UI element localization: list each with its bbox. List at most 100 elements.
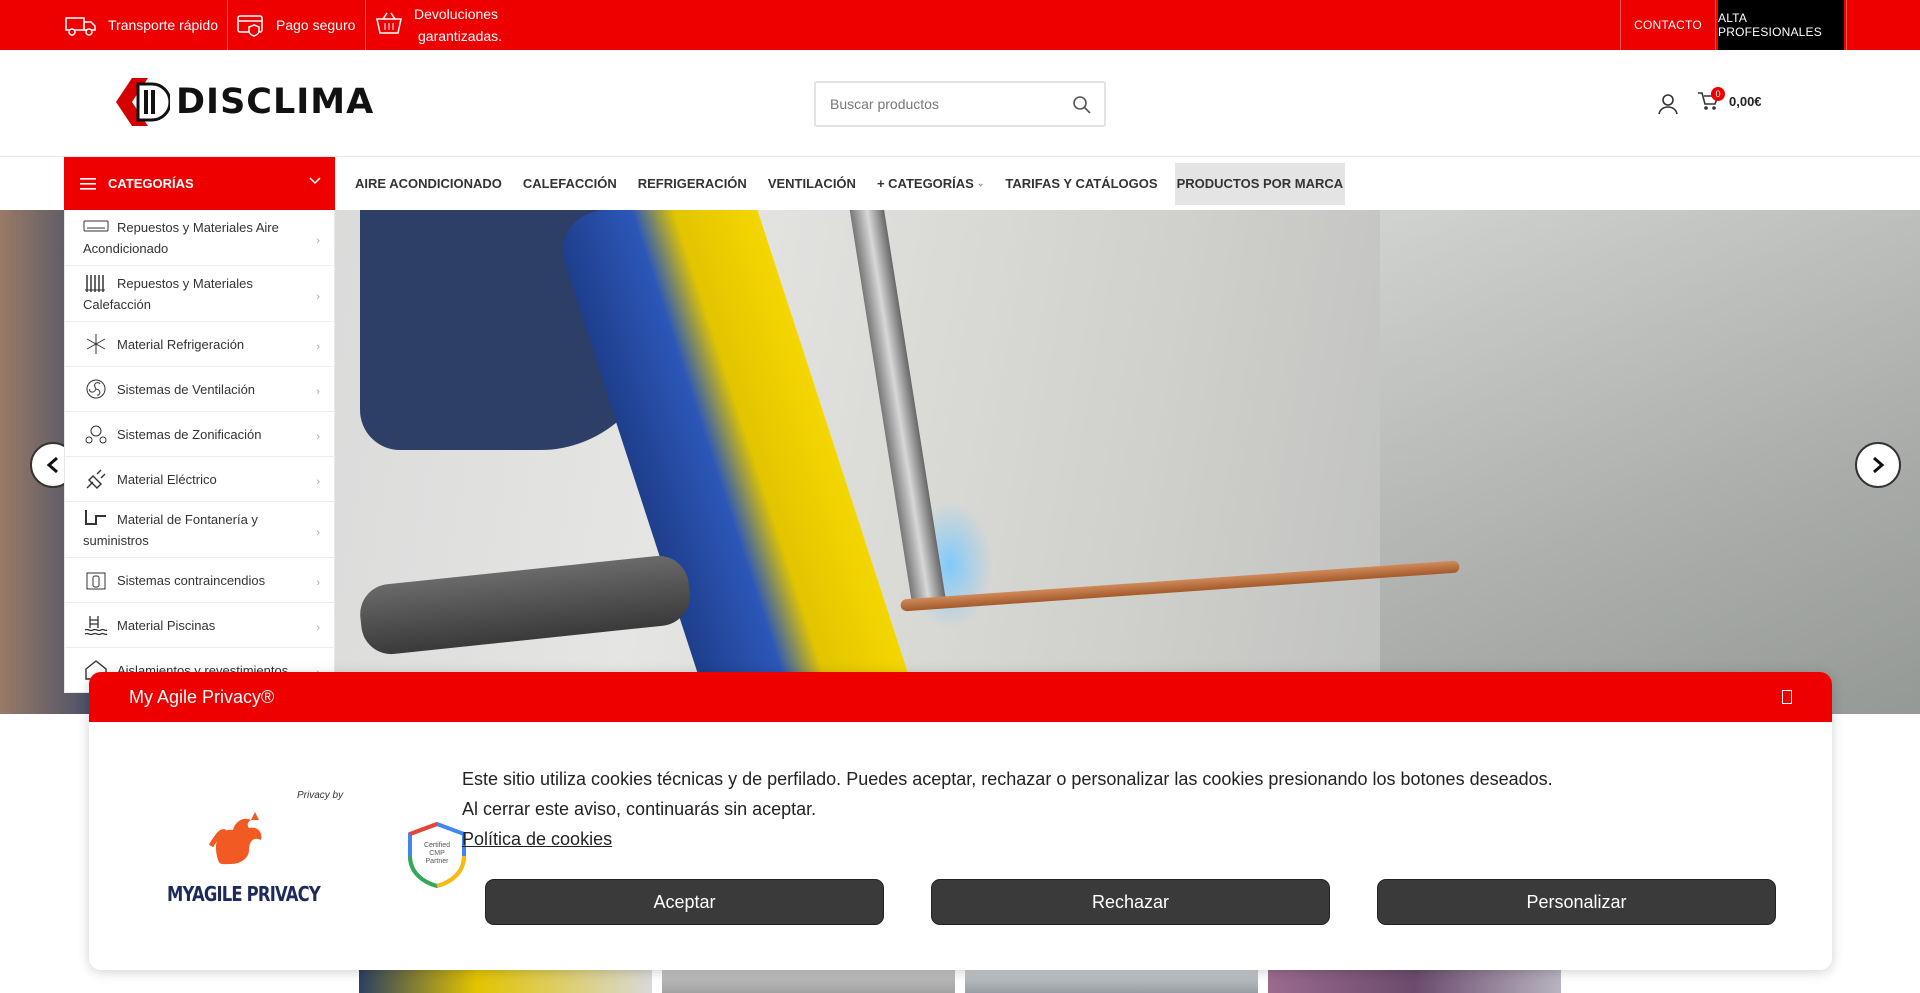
site-logo[interactable]: DISCLIMA xyxy=(114,76,374,128)
slider-next-button[interactable] xyxy=(1855,442,1901,488)
nav-item-aire-acondicionado[interactable]: AIRE ACONDICIONADO xyxy=(355,163,502,205)
category-label: Material Piscinas xyxy=(117,617,216,633)
nav-item-calefaccion[interactable]: CALEFACCIÓN xyxy=(523,163,617,205)
radiator-icon xyxy=(85,275,105,292)
chevron-right-icon: › xyxy=(316,526,320,539)
product-thumbnail[interactable] xyxy=(1268,968,1561,993)
cookie-message: Este sitio utiliza cookies técnicas y de… xyxy=(462,764,1553,824)
contact-link[interactable]: CONTACTO xyxy=(1620,0,1716,50)
category-item[interactable]: Repuestos y Materiales Calefacción › xyxy=(65,266,334,322)
fire-extinguisher-icon xyxy=(86,572,106,590)
cart-total: 0,00€ xyxy=(1729,93,1762,109)
cookie-message-line: Este sitio utiliza cookies técnicas y de… xyxy=(462,769,1553,789)
perk-secure-payment: Pago seguro xyxy=(236,0,366,50)
chevron-down-icon: ⌄ xyxy=(976,178,985,188)
air-conditioner-icon xyxy=(83,220,109,232)
nav-item-label: + CATEGORÍAS xyxy=(876,176,974,191)
chevron-right-icon: › xyxy=(316,622,320,634)
reject-button[interactable]: Rechazar xyxy=(931,879,1330,925)
nav-item-productos-marca[interactable]: PRODUCTOS POR MARCA xyxy=(1174,162,1346,205)
pipe-icon xyxy=(85,510,106,525)
product-thumbnail[interactable] xyxy=(359,968,652,993)
category-label: Repuestos y Materiales Aire Acondicionad… xyxy=(83,220,279,256)
rooster-icon xyxy=(208,812,262,865)
perk-label: Devoluciones xyxy=(414,6,499,22)
cookie-message-line: Al cerrar este aviso, continuarás sin ac… xyxy=(462,799,817,819)
certified-badge-text: Certified CMP Partner xyxy=(418,842,456,866)
perk-label: Pago seguro xyxy=(276,17,356,33)
categories-toggle[interactable]: CATEGORÍAS xyxy=(64,157,335,210)
hero-image-part xyxy=(1380,210,1920,714)
chevron-right-icon: › xyxy=(316,577,320,589)
accept-button[interactable]: Aceptar xyxy=(485,879,884,925)
privacy-by-label: Privacy by xyxy=(297,790,344,801)
search-input[interactable] xyxy=(830,96,1060,112)
badge-line: CMP xyxy=(429,850,445,857)
product-thumbnail[interactable] xyxy=(662,968,955,993)
chevron-right-icon: › xyxy=(316,476,320,488)
user-account-icon[interactable] xyxy=(1657,93,1679,115)
fan-icon xyxy=(86,379,106,399)
pro-signup-link[interactable]: ALTA PROFESIONALES xyxy=(1718,0,1844,50)
cookie-policy-link[interactable]: Política de cookies xyxy=(462,824,612,854)
perk-returns-text: Devoluciones garantizadas. xyxy=(414,3,502,47)
chevron-right-icon xyxy=(1873,456,1885,474)
category-item[interactable]: Repuestos y Materiales Aire Acondicionad… xyxy=(65,210,334,266)
topbar-edge xyxy=(1846,0,1920,50)
menu-bar: AIRE ACONDICIONADO CALEFACCIÓN REFRIGERA… xyxy=(355,157,1366,210)
category-label: Material de Fontanería y suministros xyxy=(83,512,258,548)
chevron-down-icon xyxy=(309,177,321,185)
main-nav: CATEGORÍAS AIRE ACONDICIONADO CALEFACCIÓ… xyxy=(0,157,1920,210)
category-label: Sistemas de Zonificación xyxy=(117,426,262,442)
cart-button[interactable]: 0 0,00€ xyxy=(1697,87,1762,112)
product-thumbnail[interactable] xyxy=(965,968,1258,993)
nav-item-refrigeracion[interactable]: REFRIGERACIÓN xyxy=(638,163,747,205)
badge-line: Partner xyxy=(425,858,449,865)
top-bar: Transporte rápido Pago seguro Devolucion… xyxy=(0,0,1920,50)
cart-count-badge: 0 xyxy=(1711,87,1725,101)
category-label: Sistemas de Ventilación xyxy=(117,381,256,397)
category-item[interactable]: Material Eléctrico › xyxy=(65,457,334,502)
site-header: DISCLIMA 0 0,00€ xyxy=(0,50,1920,157)
basket-icon xyxy=(376,12,402,34)
chevron-right-icon: › xyxy=(316,431,320,443)
chevron-right-icon: › xyxy=(316,234,320,247)
snowflake-icon xyxy=(86,334,106,354)
customize-button[interactable]: Personalizar xyxy=(1377,879,1776,925)
plug-icon xyxy=(86,469,106,489)
zoning-icon xyxy=(85,425,107,444)
myagileprivacy-logo: Privacy by MYAGILE PRIVACY Certified CMP P… xyxy=(167,790,477,920)
nav-item-ventilacion[interactable]: VENTILACIÓN xyxy=(768,163,856,205)
myagileprivacy-brand: MYAGILE PRIVACY xyxy=(167,882,321,906)
perk-label: Transporte rápido xyxy=(108,17,218,33)
category-item[interactable]: Sistemas de Ventilación › xyxy=(65,367,334,412)
category-item[interactable]: Material Piscinas › xyxy=(65,603,334,648)
category-label: Sistemas contraincendios xyxy=(117,572,266,588)
logo-text: DISCLIMA xyxy=(176,82,375,122)
hamburger-icon xyxy=(80,177,96,190)
chevron-right-icon: › xyxy=(316,341,320,353)
perk-label: garantizadas. xyxy=(418,28,503,44)
category-item[interactable]: Material Refrigeración › xyxy=(65,322,334,367)
category-label: Material Refrigeración xyxy=(117,336,245,352)
hero-image-part xyxy=(357,552,693,658)
perk-returns: Devoluciones garantizadas. xyxy=(374,0,524,50)
search-icon[interactable] xyxy=(1072,95,1092,115)
category-item[interactable]: Material de Fontanería y suministros › xyxy=(65,502,334,558)
pool-icon xyxy=(84,616,108,636)
logo-mark-icon xyxy=(116,78,170,126)
cookie-dialog-header: My Agile Privacy® xyxy=(89,672,1832,722)
cookie-consent-dialog: My Agile Privacy® Privacy by MYAGILE PRI… xyxy=(89,672,1832,970)
category-list: Repuestos y Materiales Aire Acondicionad… xyxy=(64,210,335,693)
nav-item-more-categories[interactable]: + CATEGORÍAS ⌄ xyxy=(877,163,984,205)
badge-line: Certified xyxy=(423,842,451,849)
categories-label: CATEGORÍAS xyxy=(108,176,194,191)
nav-item-tarifas[interactable]: TARIFAS Y CATÁLOGOS xyxy=(1005,163,1157,205)
close-icon[interactable] xyxy=(1782,690,1792,704)
category-item[interactable]: Sistemas de Zonificación › xyxy=(65,412,334,457)
cookie-dialog-title: My Agile Privacy® xyxy=(129,686,275,707)
chevron-right-icon: › xyxy=(316,386,320,398)
chevron-left-icon xyxy=(46,456,58,474)
category-item[interactable]: Sistemas contraincendios › xyxy=(65,558,334,603)
search-box[interactable] xyxy=(814,81,1106,127)
